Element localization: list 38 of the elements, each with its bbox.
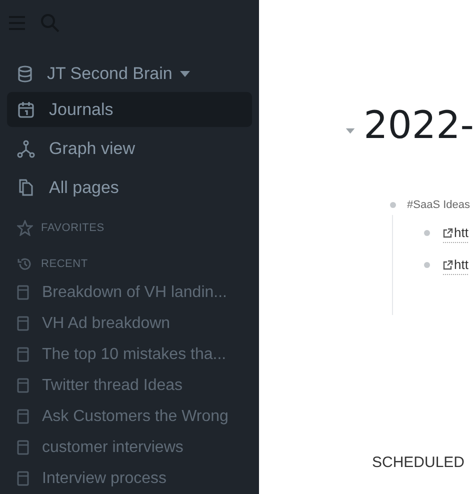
history-icon — [17, 256, 33, 272]
recent-heading[interactable]: RECENT — [41, 256, 88, 272]
nav-item[interactable]: All pages — [7, 170, 252, 206]
bullet-icon[interactable] — [424, 262, 430, 268]
page-icon — [17, 285, 29, 300]
calendar-icon — [17, 100, 35, 119]
external-link-icon — [443, 228, 453, 238]
nav-item[interactable]: Journals — [7, 92, 252, 128]
bullet-icon[interactable] — [424, 230, 430, 236]
external-link-icon — [443, 260, 453, 270]
page-icon — [17, 316, 29, 331]
page-icon — [17, 471, 29, 486]
recent-page-link[interactable]: Ask Customers the Wrong — [42, 404, 228, 428]
page-icon — [17, 440, 29, 455]
external-link[interactable]: htt — [443, 254, 468, 276]
page-icon — [17, 378, 29, 393]
database-icon — [17, 64, 33, 83]
recent-page-link[interactable]: Interview process — [42, 466, 166, 490]
graph-icon — [17, 140, 35, 158]
page-icon — [17, 409, 29, 424]
bullet-icon[interactable] — [390, 202, 396, 208]
page-icon — [17, 347, 29, 362]
favorites-heading[interactable]: FAVORITES — [41, 220, 104, 236]
caret-icon — [180, 70, 190, 77]
recent-page-link[interactable]: VH Ad breakdown — [42, 312, 170, 336]
pages-icon — [17, 178, 35, 197]
recent-page-link[interactable]: Twitter thread Ideas — [42, 374, 183, 398]
collapse-caret-icon[interactable] — [345, 127, 356, 135]
graph-switcher[interactable]: JT Second Brain — [47, 60, 190, 86]
scheduled-heading: SCHEDULED — [372, 453, 465, 473]
external-link[interactable]: htt — [443, 222, 468, 244]
nav-item[interactable]: Graph view — [7, 131, 252, 166]
recent-page-link[interactable]: The top 10 mistakes tha... — [42, 342, 226, 366]
recent-page-link[interactable]: Breakdown of VH landin... — [42, 280, 227, 304]
star-icon — [17, 220, 33, 236]
block-text[interactable]: #SaaS Ideas — [407, 196, 470, 214]
recent-page-link[interactable]: customer interviews — [42, 436, 184, 460]
journal-title[interactable]: 2022- — [364, 101, 474, 149]
